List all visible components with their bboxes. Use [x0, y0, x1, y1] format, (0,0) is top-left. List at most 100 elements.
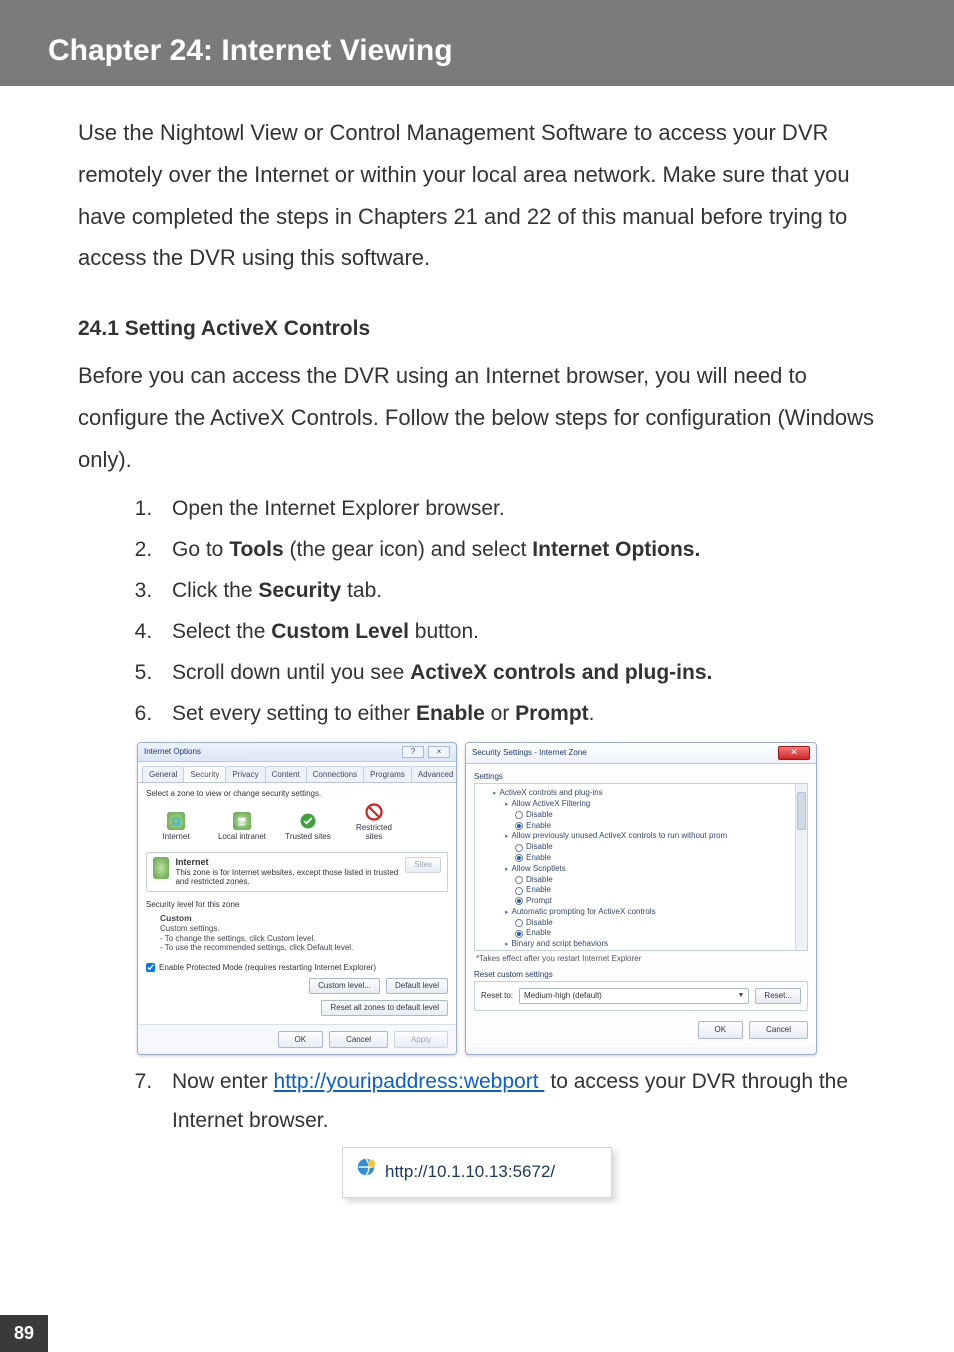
radio-enable[interactable]: Enable — [505, 821, 801, 832]
io-security-level: Security level for this zone Custom Cust… — [146, 900, 448, 955]
tab-security[interactable]: Security — [183, 766, 226, 783]
reset-zones-button[interactable]: Reset all zones to default level — [321, 1000, 448, 1016]
step-7: Now enter http://youripaddress:webport t… — [158, 1063, 876, 1141]
address-bar-example: http://10.1.10.13:5672/ — [342, 1147, 612, 1198]
step-6-text-e: . — [589, 702, 595, 725]
zone-trusted[interactable]: Trusted sites — [282, 812, 334, 842]
step-6-bold-prompt: Prompt — [515, 702, 589, 725]
ss-reset-box: Reset to: Medium-high (default) ▼ Reset.… — [474, 981, 808, 1011]
ie-icon — [355, 1156, 377, 1189]
step-3: Click the Security tab. — [158, 572, 876, 611]
radio-enable[interactable]: Enable — [505, 853, 801, 864]
intro-paragraph: Use the Nightowl View or Control Managem… — [78, 112, 876, 279]
radio-disable[interactable]: Disable — [505, 875, 801, 886]
radio-enable[interactable]: Enable — [505, 928, 801, 939]
ss-settings-tree[interactable]: ActiveX controls and plug-ins Allow Acti… — [474, 783, 808, 951]
step-3-text-c: tab. — [341, 579, 382, 602]
checkmark-icon — [299, 812, 317, 830]
steps-list: Open the Internet Explorer browser. Go t… — [78, 490, 876, 733]
zone-local-label: Local intranet — [218, 832, 266, 842]
step-2: Go to Tools (the gear icon) and select I… — [158, 531, 876, 570]
zone-internet[interactable]: 🌐 Internet — [150, 812, 202, 842]
section-heading: 24.1 Setting ActiveX Controls — [78, 309, 876, 349]
zone-trusted-label: Trusted sites — [285, 832, 331, 842]
ss-restart-note: *Takes effect after you restart Internet… — [474, 951, 808, 968]
io-title-text: Internet Options — [144, 747, 201, 757]
sites-button[interactable]: Sites — [405, 857, 441, 873]
io-protected-label: Enable Protected Mode (requires restarti… — [159, 963, 376, 973]
io-custom-desc1: Custom settings. — [160, 924, 220, 933]
step-6-bold-enable: Enable — [416, 702, 485, 725]
io-ok-button[interactable]: OK — [278, 1031, 324, 1049]
radio-prompt[interactable]: Prompt — [505, 896, 801, 907]
radio-disable[interactable]: Disable — [505, 918, 801, 929]
io-sec-level-label: Security level for this zone — [146, 900, 448, 910]
reset-to-dropdown[interactable]: Medium-high (default) ▼ — [519, 988, 749, 1004]
tab-content[interactable]: Content — [265, 766, 307, 783]
step-6: Set every setting to either Enable or Pr… — [158, 695, 876, 734]
step-4-text-c: button. — [409, 620, 479, 643]
step-4: Select the Custom Level button. — [158, 613, 876, 652]
io-titlebar: Internet Options ? × — [138, 743, 456, 762]
section-intro: Before you can access the DVR using an I… — [78, 355, 876, 480]
tree-filter: Allow ActiveX Filtering — [505, 799, 801, 810]
tree-scriptlets: Allow Scriptlets — [505, 864, 801, 875]
tree-auto-prompt: Automatic prompting for ActiveX controls — [505, 907, 801, 918]
tab-advanced[interactable]: Advanced — [411, 766, 457, 783]
page-number: 89 — [0, 1315, 48, 1352]
tree-prev-unused: Allow previously unused ActiveX controls… — [505, 831, 801, 842]
ss-ok-button[interactable]: OK — [698, 1021, 744, 1039]
help-icon[interactable]: ? — [402, 746, 424, 758]
radio-disable[interactable]: Disable — [505, 842, 801, 853]
radio-enable[interactable]: Enable — [505, 885, 801, 896]
step-7-text-a: Now enter — [172, 1070, 274, 1093]
io-internet-desc: This zone is for Internet websites, exce… — [175, 868, 398, 887]
step-3-text-a: Click the — [172, 579, 258, 602]
step-4-text-a: Select the — [172, 620, 271, 643]
io-custom-label: Custom — [160, 913, 192, 923]
step-6-text-c: or — [485, 702, 515, 725]
ss-titlebar: Security Settings - Internet Zone ✕ — [466, 743, 816, 764]
chapter-title: Chapter 24: Internet Viewing — [48, 34, 954, 68]
tab-programs[interactable]: Programs — [363, 766, 412, 783]
tab-general[interactable]: General — [142, 766, 184, 783]
zone-restricted[interactable]: Restricted sites — [348, 803, 400, 842]
step-3-bold-security: Security — [258, 579, 341, 602]
io-apply-button[interactable]: Apply — [394, 1031, 448, 1049]
default-level-button[interactable]: Default level — [386, 978, 448, 994]
io-cancel-button[interactable]: Cancel — [329, 1031, 388, 1049]
step-6-text-a: Set every setting to either — [172, 702, 416, 725]
chapter-banner: Chapter 24: Internet Viewing — [0, 0, 954, 86]
globe-icon: 🌐 — [167, 812, 185, 830]
io-internet-title: Internet — [175, 857, 208, 867]
ss-cancel-button[interactable]: Cancel — [749, 1021, 808, 1039]
steps-list-continued: Now enter http://youripaddress:webport t… — [78, 1063, 876, 1141]
step-7-link[interactable]: http://youripaddress:webport — [274, 1070, 545, 1093]
intranet-icon: 🖥 — [233, 812, 251, 830]
close-icon[interactable]: ✕ — [778, 746, 810, 760]
radio-admin[interactable]: Administrator approved — [505, 950, 801, 951]
tree-binary: Binary and script behaviors — [505, 939, 801, 950]
tab-privacy[interactable]: Privacy — [225, 766, 265, 783]
restricted-icon — [365, 803, 383, 821]
step-2-text-c: (the gear icon) and select — [284, 538, 533, 561]
io-custom-desc3: - To use the recommended settings, click… — [160, 943, 353, 952]
io-protected-row: Enable Protected Mode (requires restarti… — [146, 963, 448, 973]
step-2-text-a: Go to — [172, 538, 229, 561]
tab-connections[interactable]: Connections — [306, 766, 364, 783]
io-tabs: General Security Privacy Content Connect… — [138, 762, 456, 784]
close-icon[interactable]: × — [428, 746, 450, 758]
step-1: Open the Internet Explorer browser. — [158, 490, 876, 529]
radio-disable[interactable]: Disable — [505, 810, 801, 821]
ss-reset-label: Reset custom settings — [474, 970, 808, 980]
step-2-bold-internet-options: Internet Options. — [532, 538, 700, 561]
io-custom-desc2: - To change the settings, click Custom l… — [160, 934, 315, 943]
io-zones-row: 🌐 Internet 🖥 Local intranet Trusted site… — [146, 799, 448, 848]
tree-scrollbar[interactable] — [795, 784, 807, 950]
step-4-bold-custom-level: Custom Level — [271, 620, 409, 643]
custom-level-button[interactable]: Custom level... — [309, 978, 380, 994]
io-select-zone-label: Select a zone to view or change security… — [146, 789, 448, 799]
reset-button[interactable]: Reset... — [755, 988, 801, 1004]
zone-local-intranet[interactable]: 🖥 Local intranet — [216, 812, 268, 842]
protected-mode-checkbox[interactable] — [146, 963, 155, 972]
